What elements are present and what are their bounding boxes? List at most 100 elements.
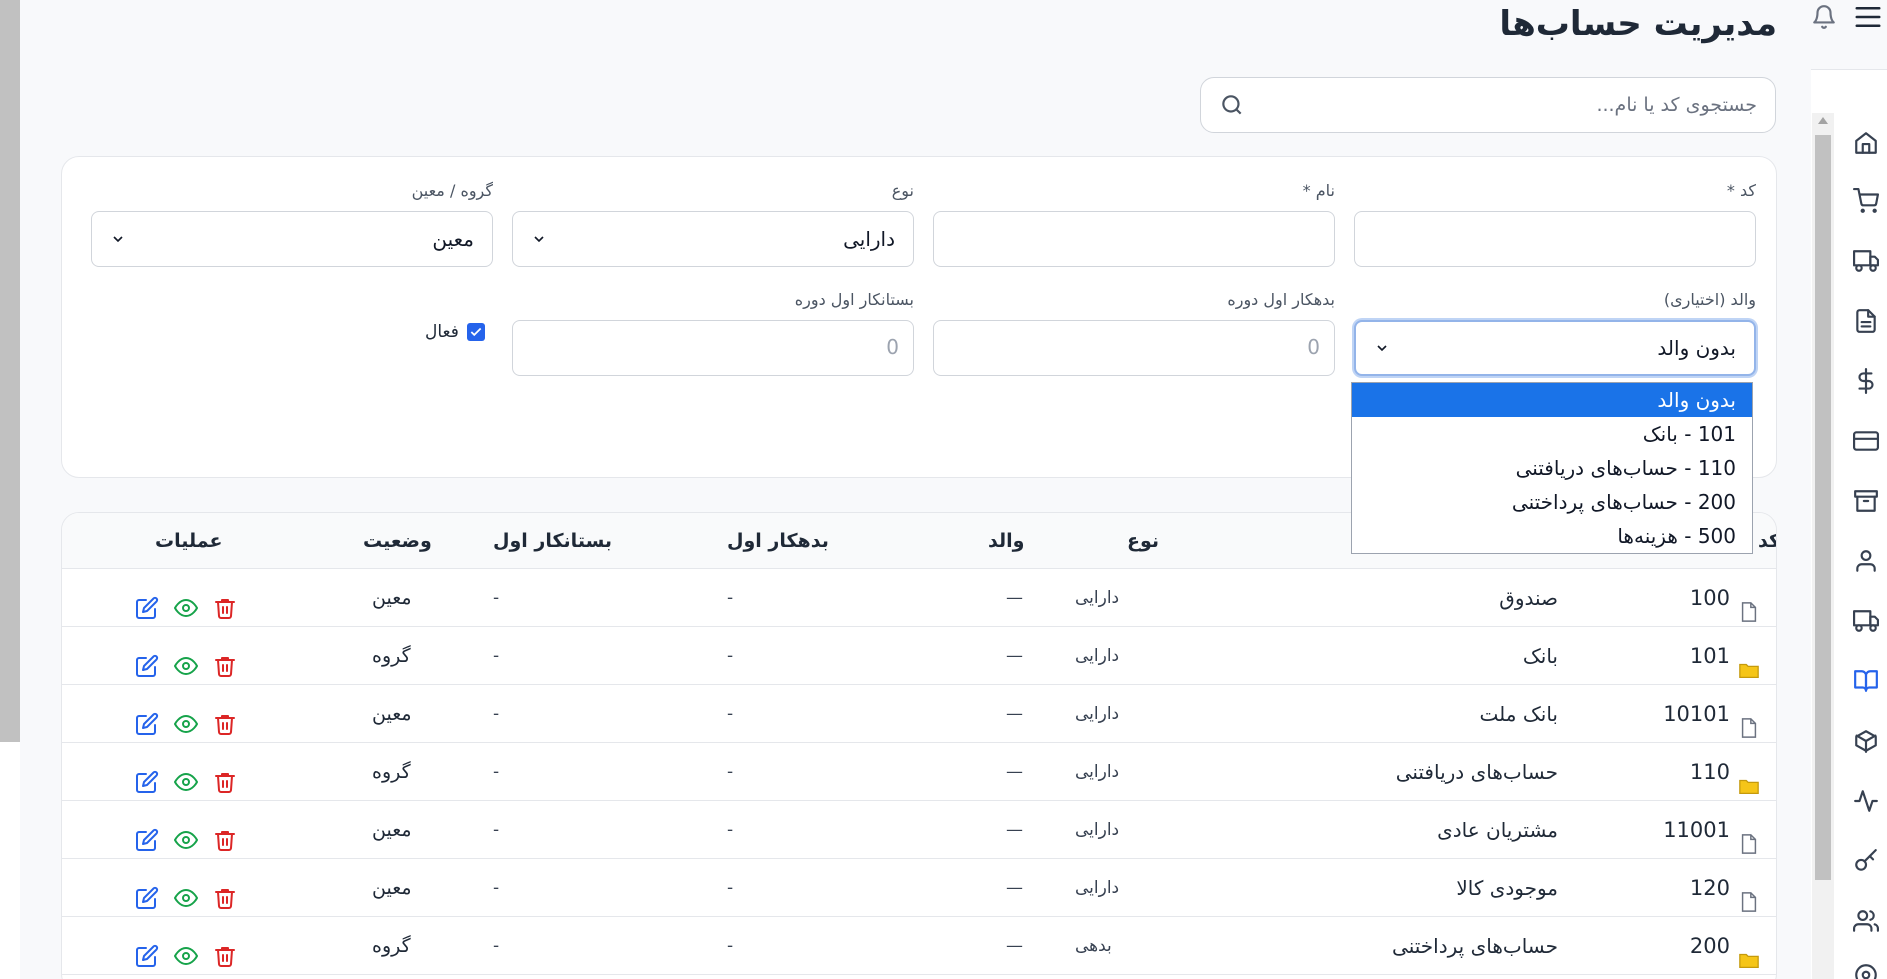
row-type: دارایی <box>1075 588 1120 608</box>
dropdown-option[interactable]: 101 - بانک <box>1352 417 1752 451</box>
type-label: نوع <box>891 181 914 200</box>
chevron-down-icon <box>531 231 547 247</box>
edit-icon[interactable] <box>135 934 159 967</box>
type-select-value: دارایی <box>843 227 895 251</box>
row-debit: - <box>727 936 734 956</box>
chevron-down-icon <box>110 231 126 247</box>
active-label: فعال <box>425 322 459 342</box>
edit-icon[interactable] <box>135 818 159 851</box>
delete-icon[interactable] <box>213 934 237 967</box>
search-input[interactable] <box>1253 94 1757 116</box>
users-icon[interactable] <box>1851 906 1881 936</box>
eye-icon[interactable] <box>174 644 198 675</box>
debit-label: بدهکار اول دوره <box>1227 290 1335 309</box>
archive-icon[interactable] <box>1851 486 1881 516</box>
edit-icon[interactable] <box>135 876 159 909</box>
code-field[interactable] <box>1354 211 1756 267</box>
group-select-value: معین <box>432 227 474 251</box>
row-code-text: 10101 <box>1663 702 1730 726</box>
row-type: بدهی <box>1075 936 1112 956</box>
parent-dropdown[interactable]: بدون والد 101 - بانک 110 - حساب‌های دریا… <box>1351 382 1753 554</box>
edit-icon[interactable] <box>135 760 159 793</box>
row-type: دارایی <box>1075 762 1120 782</box>
table-row: 10101 بانک ملت دارایی — - - معین <box>62 685 1776 743</box>
card-icon[interactable] <box>1851 426 1881 456</box>
debit-placeholder: 0 <box>1307 335 1320 359</box>
folder-icon <box>1738 935 1760 968</box>
dropdown-option[interactable]: 200 - حساب‌های پرداختنی <box>1352 485 1752 519</box>
delete-icon[interactable] <box>213 702 237 735</box>
row-credit: - <box>493 762 500 782</box>
dropdown-option[interactable]: بدون والد <box>1352 383 1752 417</box>
bell-icon[interactable] <box>1811 4 1837 30</box>
eye-icon[interactable] <box>174 934 198 965</box>
row-parent: — <box>1006 762 1023 782</box>
delivery-icon[interactable] <box>1851 606 1881 636</box>
eye-icon[interactable] <box>174 760 198 791</box>
eye-icon[interactable] <box>174 702 198 733</box>
row-status: گروه <box>372 761 411 783</box>
eye-icon[interactable] <box>174 818 198 849</box>
edit-icon[interactable] <box>135 702 159 735</box>
left-scrollbar-thumb[interactable] <box>0 0 20 742</box>
eye-icon[interactable] <box>174 586 198 617</box>
row-actions <box>135 859 237 917</box>
row-code: 120 <box>1690 859 1760 917</box>
dropdown-option[interactable]: 110 - حساب‌های دریافتنی <box>1352 451 1752 485</box>
row-credit: - <box>493 820 500 840</box>
book-icon[interactable] <box>1851 666 1881 696</box>
row-code: 101 <box>1690 627 1760 685</box>
user-icon[interactable] <box>1851 546 1881 576</box>
active-checkbox[interactable] <box>466 323 485 341</box>
eye-icon[interactable] <box>174 876 198 907</box>
cart-icon[interactable] <box>1851 186 1881 216</box>
main-scrollbar-thumb[interactable] <box>1815 135 1831 880</box>
delete-icon[interactable] <box>213 644 237 677</box>
key-icon[interactable] <box>1851 846 1881 876</box>
activity-icon[interactable] <box>1851 786 1881 816</box>
type-select[interactable]: دارایی <box>512 211 914 267</box>
credit-field[interactable]: 0 <box>512 320 914 376</box>
box-icon[interactable] <box>1851 726 1881 756</box>
row-status: معین <box>372 703 412 725</box>
chevron-down-icon <box>1374 340 1390 356</box>
row-credit: - <box>493 936 500 956</box>
debit-field[interactable]: 0 <box>933 320 1335 376</box>
row-status: گروه <box>372 645 411 667</box>
header-parent: والد <box>988 530 1025 552</box>
edit-icon[interactable] <box>135 586 159 619</box>
settings-icon[interactable] <box>1851 960 1881 979</box>
group-select[interactable]: معین <box>91 211 493 267</box>
document-icon[interactable] <box>1851 306 1881 336</box>
row-debit: - <box>727 588 734 608</box>
parent-select[interactable]: بدون والد <box>1354 320 1756 376</box>
main-scrollbar[interactable] <box>1812 113 1834 979</box>
delete-icon[interactable] <box>213 586 237 619</box>
row-credit: - <box>493 878 500 898</box>
row-parent: — <box>1006 820 1023 840</box>
file-icon <box>1738 703 1760 738</box>
row-parent: — <box>1006 704 1023 724</box>
search-bar[interactable] <box>1200 77 1776 133</box>
delete-icon[interactable] <box>213 876 237 909</box>
row-debit: - <box>727 646 734 666</box>
delete-icon[interactable] <box>213 818 237 851</box>
left-scrollbar[interactable] <box>0 0 20 979</box>
parent-label: والد (اختیاری) <box>1663 290 1756 309</box>
menu-icon[interactable] <box>1853 2 1883 32</box>
row-name: صندوق <box>1499 586 1558 610</box>
edit-icon[interactable] <box>135 644 159 677</box>
delete-icon[interactable] <box>213 760 237 793</box>
name-field[interactable] <box>933 211 1335 267</box>
scroll-up-icon[interactable] <box>1818 117 1828 124</box>
parent-select-value: بدون والد <box>1657 336 1736 360</box>
active-toggle[interactable]: فعال <box>425 322 485 342</box>
truck-icon[interactable] <box>1851 246 1881 276</box>
home-icon[interactable] <box>1851 128 1881 158</box>
header-status: وضعیت <box>363 530 432 552</box>
row-actions <box>135 569 237 627</box>
credit-placeholder: 0 <box>886 335 899 359</box>
dollar-icon[interactable] <box>1851 366 1881 396</box>
accounts-table: کد نام نوع والد بدهکار اول بستانکار اول … <box>61 512 1777 979</box>
dropdown-option[interactable]: 500 - هزینه‌ها <box>1352 519 1752 553</box>
